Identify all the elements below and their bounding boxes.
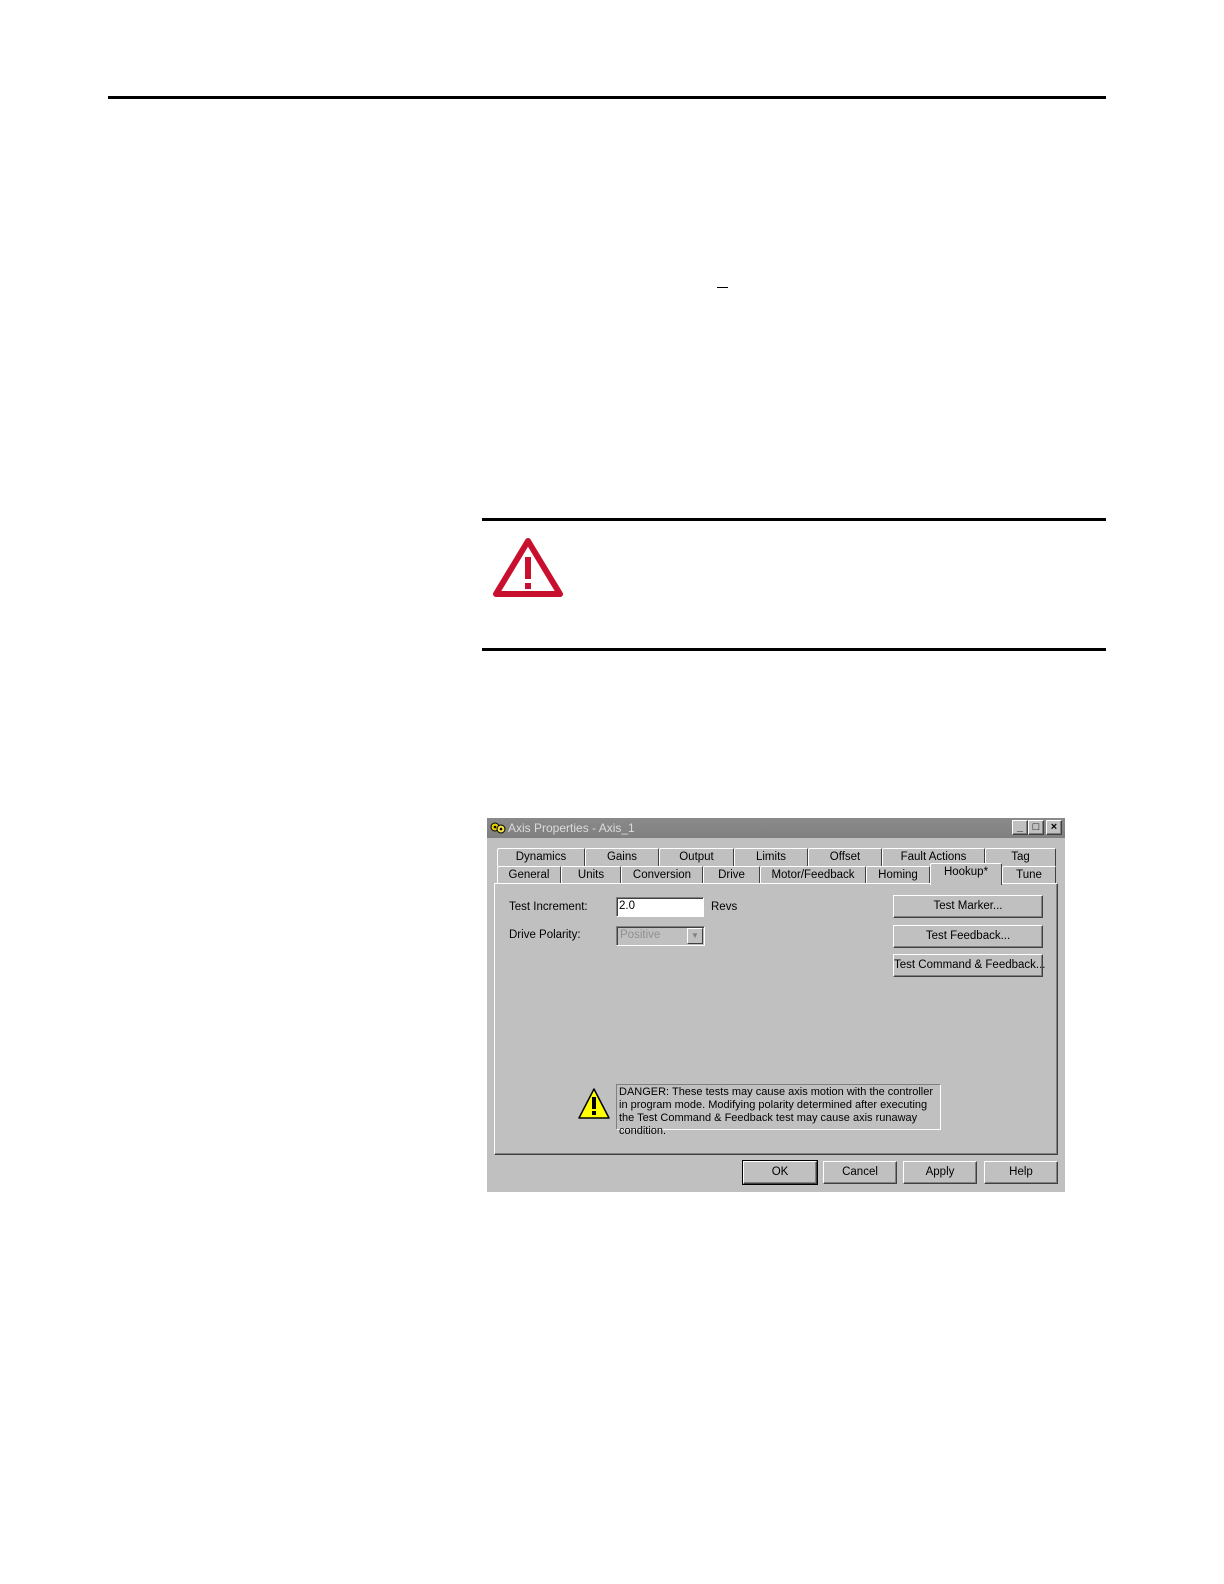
maximize-button[interactable]: □ <box>1028 820 1044 835</box>
cancel-button[interactable]: Cancel <box>823 1161 897 1184</box>
minimize-button[interactable]: _ <box>1012 820 1028 835</box>
drive-polarity-value: Positive <box>620 929 661 941</box>
tab-output[interactable]: Output <box>659 848 734 866</box>
tab-conversion[interactable]: Conversion <box>621 866 703 884</box>
dialog-title: Axis Properties - Axis_1 <box>508 821 635 835</box>
tab-homing[interactable]: Homing <box>866 866 930 884</box>
test-command-feedback-button[interactable]: Test Command & Feedback... <box>893 954 1045 977</box>
test-feedback-button[interactable]: Test Feedback... <box>893 925 1043 948</box>
attention-rule-top <box>482 518 1106 521</box>
tab-motor-feedback[interactable]: Motor/Feedback <box>760 866 866 884</box>
header-rule <box>108 96 1106 99</box>
test-marker-button[interactable]: Test Marker... <box>893 895 1043 918</box>
test-increment-input[interactable]: 2.0 <box>616 897 704 917</box>
tab-offset[interactable]: Offset <box>808 848 882 866</box>
tab-drive[interactable]: Drive <box>703 866 760 884</box>
danger-message: DANGER: These tests may cause axis motio… <box>616 1084 941 1137</box>
tab-gains[interactable]: Gains <box>585 848 659 866</box>
axis-properties-dialog: Axis Properties - Axis_1 _ □ × Dynamics … <box>487 818 1065 1192</box>
close-button[interactable]: × <box>1046 820 1062 835</box>
ok-button[interactable]: OK <box>742 1160 818 1185</box>
drive-polarity-label: Drive Polarity: <box>509 929 581 941</box>
test-increment-label: Test Increment: <box>509 901 588 913</box>
drive-polarity-select[interactable]: Positive ▼ <box>616 926 705 946</box>
help-button[interactable]: Help <box>984 1161 1058 1184</box>
tab-units[interactable]: Units <box>561 866 621 884</box>
attention-warning-icon <box>493 538 563 597</box>
tab-general[interactable]: General <box>497 866 561 884</box>
tab-hookup[interactable]: Hookup* <box>930 863 1002 885</box>
tab-dynamics[interactable]: Dynamics <box>497 848 585 866</box>
danger-warning-icon <box>578 1088 610 1119</box>
test-increment-unit: Revs <box>711 901 738 913</box>
apply-button[interactable]: Apply <box>903 1161 977 1184</box>
attention-rule-bottom <box>482 648 1106 651</box>
title-bar[interactable]: Axis Properties - Axis_1 _ □ × <box>487 818 1065 838</box>
tab-tune[interactable]: Tune <box>1002 866 1056 884</box>
axis-app-icon <box>490 822 506 834</box>
tab-limits[interactable]: Limits <box>734 848 808 866</box>
chevron-down-icon[interactable]: ▼ <box>687 928 703 944</box>
text-mark <box>717 287 728 288</box>
